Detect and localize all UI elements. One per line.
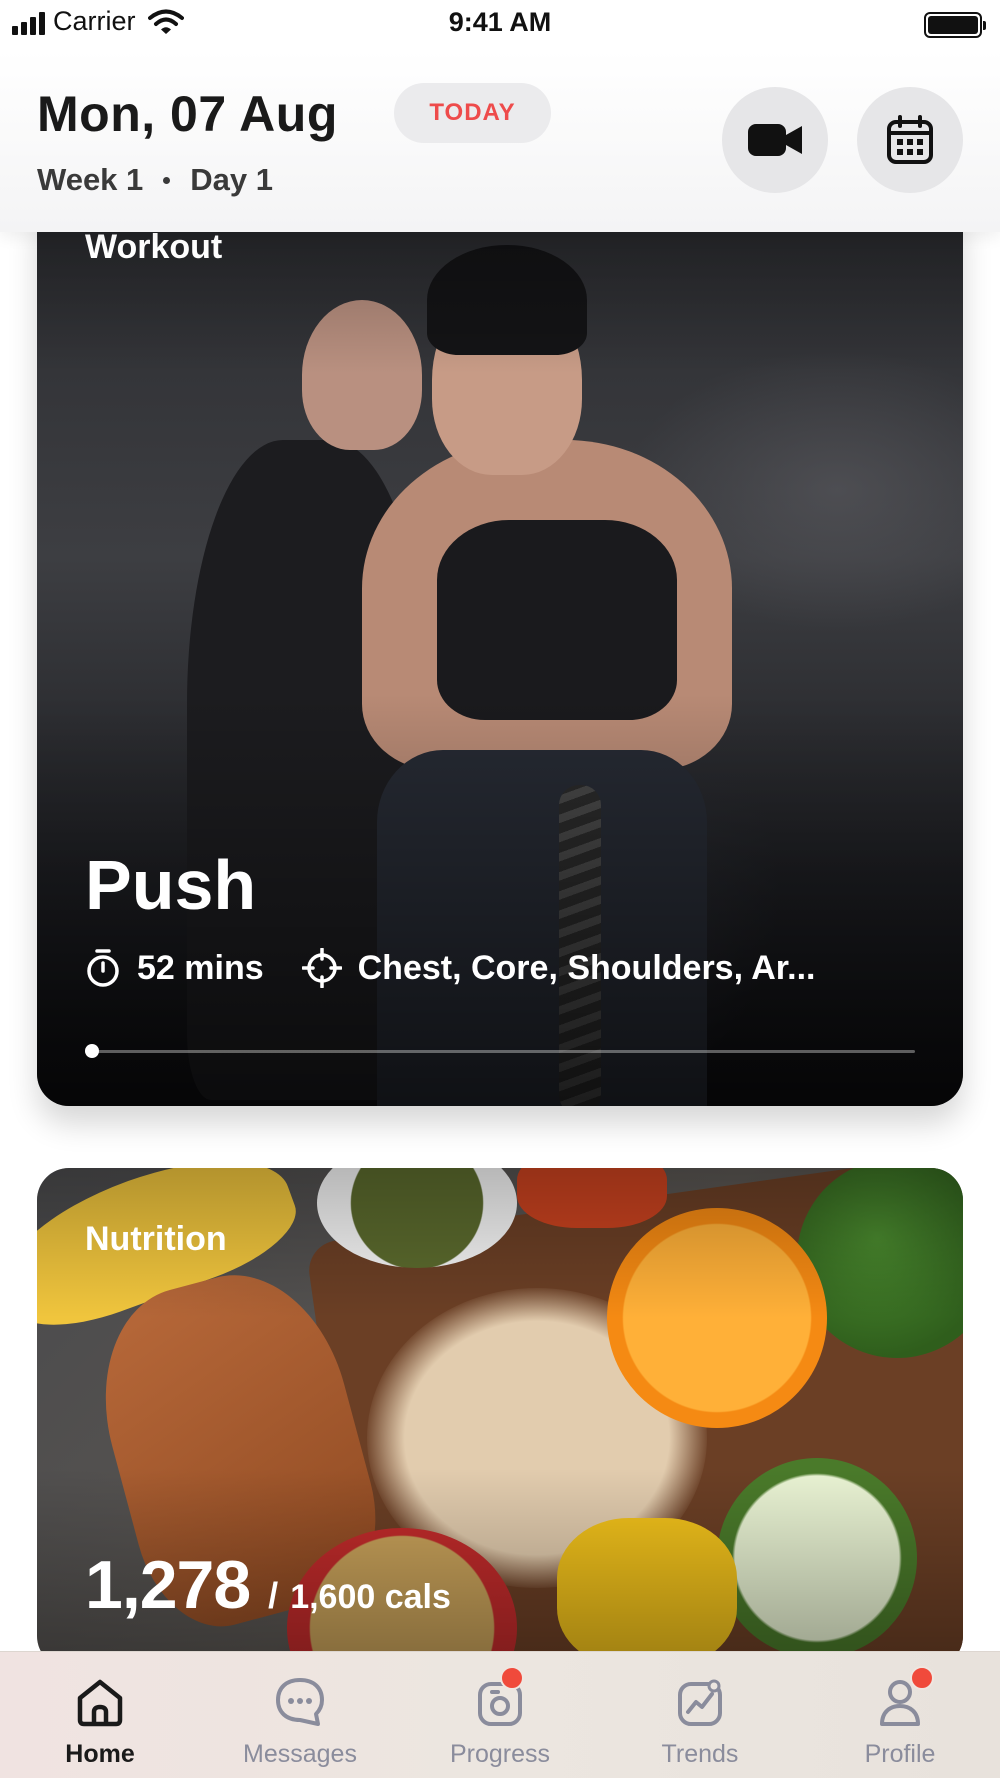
calorie-summary: 1,278 / 1,600 cals (85, 1546, 451, 1624)
separator-dot (163, 176, 171, 184)
duration-text: 52 mins (137, 948, 264, 987)
tab-label: Messages (243, 1740, 357, 1768)
crosshair-icon (301, 948, 342, 988)
calendar-icon (887, 115, 933, 164)
muscles-text: Chest, Core, Shoulders, Ar... (357, 948, 816, 987)
nutrition-card[interactable]: Nutrition 1,278 / 1,600 cals (37, 1168, 963, 1668)
chat-bubble-icon (276, 1678, 324, 1726)
bottom-tab-bar: Home Messages Progress Trends Profile (0, 1651, 1000, 1778)
tab-messages[interactable]: Messages (200, 1652, 400, 1778)
workout-duration: 52 mins (85, 948, 264, 988)
workout-name: Push (85, 846, 257, 924)
calories-target: 1,600 cals (290, 1578, 451, 1616)
workout-meta: 52 mins Chest, Core, Shoulders, Ar... (85, 948, 853, 988)
date-title: Mon, 07 Aug (37, 86, 338, 142)
workout-card-label: Workout (85, 228, 223, 266)
workout-card[interactable]: Workout Push 52 mins Chest, Core, Should… (37, 190, 963, 1106)
day-label: Day 1 (190, 162, 274, 197)
status-time: 9:41 AM (448, 7, 552, 37)
calendar-button[interactable] (857, 87, 963, 193)
nutrition-card-label: Nutrition (85, 1220, 227, 1258)
tab-label: Progress (449, 1740, 551, 1768)
tab-trends[interactable]: Trends (600, 1652, 800, 1778)
calories-separator: / (268, 1575, 279, 1616)
workout-muscles: Chest, Core, Shoulders, Ar... (301, 948, 816, 988)
tab-profile[interactable]: Profile (800, 1652, 1000, 1778)
video-call-button[interactable] (722, 87, 828, 193)
tab-label: Profile (864, 1740, 936, 1768)
progress-notification-dot (500, 1666, 524, 1690)
tab-progress[interactable]: Progress (400, 1652, 600, 1778)
day-header: Mon, 07 Aug TODAY Week 1 Day 1 (0, 50, 1000, 232)
home-icon (77, 1679, 123, 1727)
workout-progress-bar (85, 1044, 915, 1058)
tab-label: Trends (661, 1740, 739, 1768)
trend-chart-icon (678, 1679, 722, 1726)
workout-progress-knob (85, 1044, 99, 1058)
week-label: Week 1 (37, 162, 144, 197)
tab-home[interactable]: Home (0, 1652, 200, 1778)
profile-notification-dot (910, 1666, 934, 1690)
calories-consumed: 1,278 (85, 1547, 251, 1623)
video-camera-icon (748, 124, 802, 156)
status-bar: Carrier 9:41 AM (0, 0, 1000, 50)
today-button[interactable]: TODAY (394, 83, 551, 143)
battery-icon (924, 12, 986, 38)
tab-label: Home (65, 1740, 135, 1768)
week-day-indicator: Week 1 Day 1 (37, 162, 273, 198)
stopwatch-icon (87, 949, 119, 987)
